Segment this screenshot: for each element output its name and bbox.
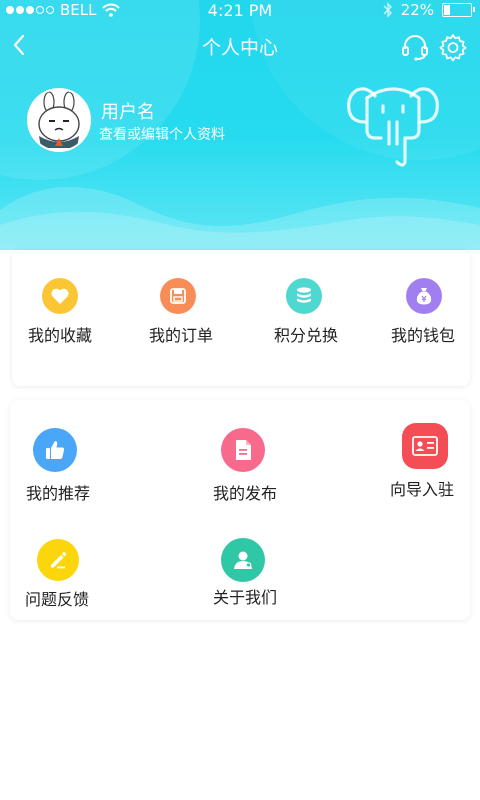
battery-percent: 22% — [400, 1, 434, 19]
service-feedback[interactable]: 问题反馈 — [10, 510, 120, 620]
avatar[interactable] — [27, 88, 91, 152]
service-label: 我的推荐 — [26, 484, 91, 503]
id-card-icon — [402, 423, 448, 469]
headset-icon[interactable] — [400, 32, 430, 62]
avatar-image — [29, 90, 89, 150]
quick-action-label: 积分兑换 — [274, 326, 339, 345]
username: 用户名 — [101, 102, 155, 123]
service-recommend[interactable]: 我的推荐 — [10, 400, 120, 510]
nav-bar: 个人中心 — [0, 26, 480, 66]
edit-profile-link[interactable]: 查看或编辑个人资料 — [99, 124, 225, 144]
quick-action-points[interactable]: 积分兑换 — [262, 250, 360, 370]
quick-action-orders[interactable]: 我的订单 — [137, 250, 235, 370]
quick-action-label: 我的钱包 — [391, 326, 456, 345]
save-icon — [160, 278, 196, 314]
service-label: 向导入驻 — [390, 480, 455, 499]
heart-icon — [42, 278, 78, 314]
quick-action-label: 我的收藏 — [28, 326, 93, 345]
header-wave — [0, 186, 480, 250]
elephant-logo-icon — [347, 87, 439, 167]
document-icon — [221, 428, 265, 472]
gear-icon[interactable] — [438, 32, 468, 62]
profile-summary[interactable]: 用户名 查看或编辑个人资料 — [27, 88, 327, 152]
services-card: 我的推荐 我的发布 向导入驻 问题反馈 关于我们 — [10, 400, 470, 620]
service-guide-join[interactable]: 向导入驻 — [382, 400, 470, 510]
profile-header: BELL 4:21 PM 22% 个人中心 用户名 查看或编辑个人资料 — [0, 0, 480, 250]
service-label: 我的发布 — [213, 484, 278, 503]
battery-icon — [442, 3, 475, 17]
service-label: 问题反馈 — [25, 590, 90, 609]
bluetooth-icon — [383, 2, 392, 18]
service-publish[interactable]: 我的发布 — [200, 400, 310, 510]
service-about-us[interactable]: 关于我们 — [200, 510, 310, 620]
quick-actions-card: 我的收藏 我的订单 积分兑换 我的钱包 — [12, 250, 470, 386]
status-bar: BELL 4:21 PM 22% — [0, 0, 480, 22]
edit-icon — [37, 539, 79, 581]
money-bag-icon — [406, 278, 442, 314]
user-icon — [221, 538, 265, 582]
coins-icon — [286, 278, 322, 314]
thumbs-up-icon — [33, 428, 77, 472]
quick-action-favorites[interactable]: 我的收藏 — [12, 250, 110, 370]
service-label: 关于我们 — [213, 588, 278, 607]
quick-action-wallet[interactable]: 我的钱包 — [382, 250, 470, 370]
quick-action-label: 我的订单 — [149, 326, 214, 345]
